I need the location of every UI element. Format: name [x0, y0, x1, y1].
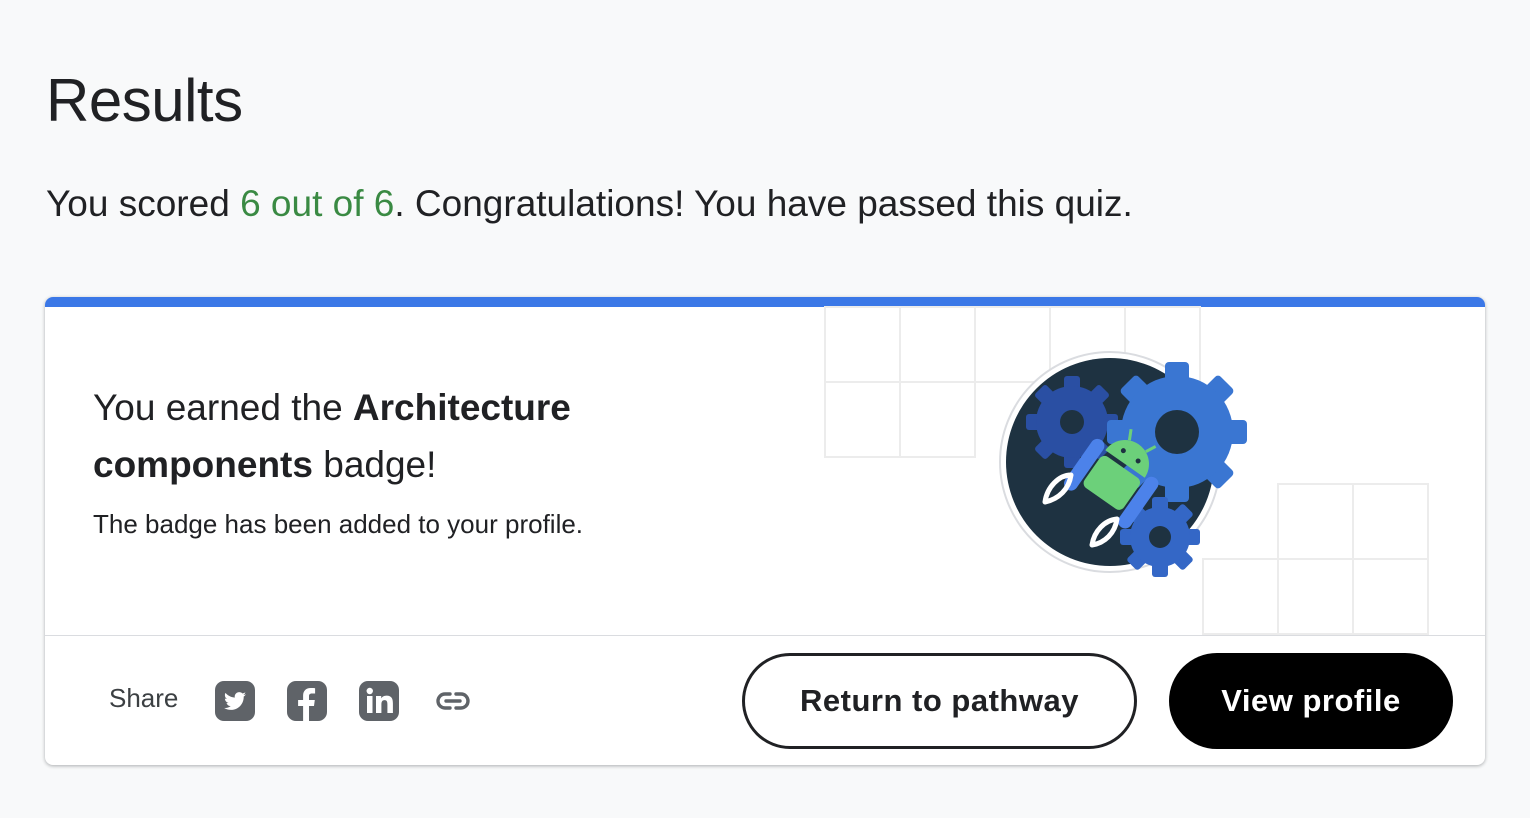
link-icon[interactable]	[433, 681, 473, 721]
badge-name-line1: Architecture	[352, 387, 571, 428]
card-divider	[45, 635, 1485, 636]
linkedin-icon[interactable]	[359, 681, 399, 721]
score-value: 6 out of 6	[240, 183, 395, 224]
badge-subtext: The badge has been added to your profile…	[93, 509, 584, 539]
return-to-pathway-button[interactable]: Return to pathway	[742, 653, 1137, 749]
score-suffix: . Congratulations! You have passed this …	[394, 183, 1133, 224]
facebook-icon[interactable]	[287, 681, 327, 721]
view-profile-button[interactable]: View profile	[1169, 653, 1453, 749]
page-title: Results	[46, 67, 243, 134]
badge-name-line2: components	[93, 444, 313, 485]
twitter-icon[interactable]	[215, 681, 255, 721]
score-prefix: You scored	[46, 183, 241, 224]
badge-heading: You earned the Architecture components ba…	[93, 379, 713, 493]
badge-heading-prefix: You earned the	[93, 387, 353, 428]
badge-card: You earned the Architecture components ba…	[45, 297, 1485, 765]
architecture-components-badge-icon	[999, 351, 1247, 577]
share-label: Share	[109, 683, 179, 713]
score-message: You scored 6 out of 6. Congratulations! …	[46, 183, 1133, 225]
badge-heading-suffix: badge!	[312, 444, 437, 485]
